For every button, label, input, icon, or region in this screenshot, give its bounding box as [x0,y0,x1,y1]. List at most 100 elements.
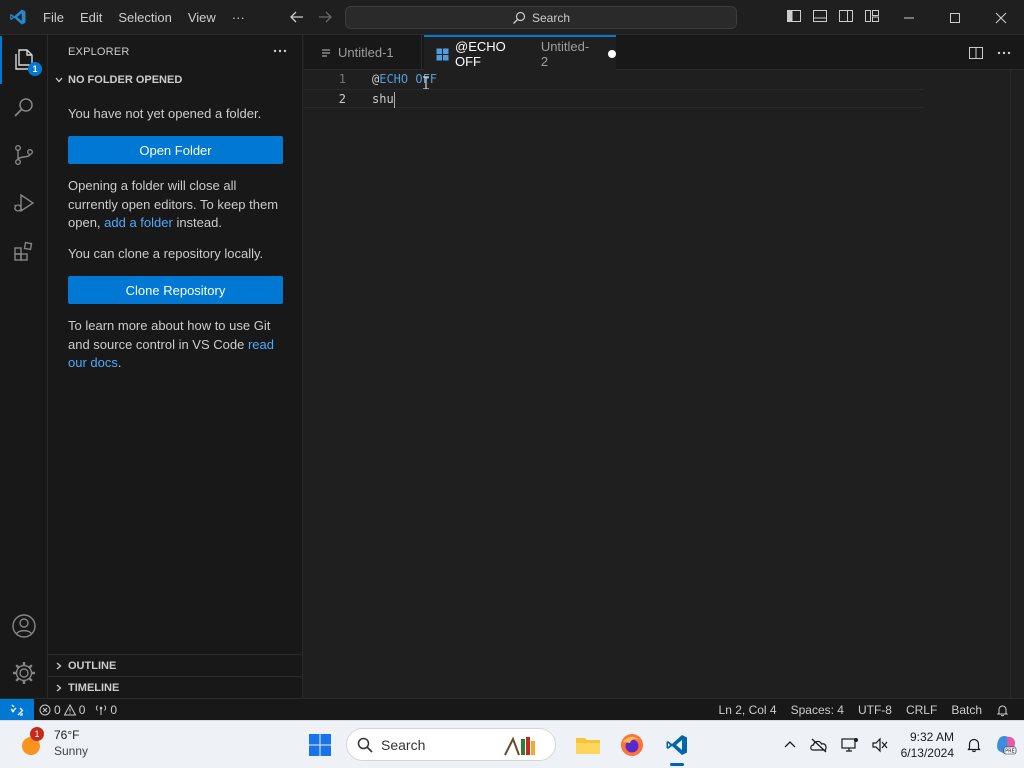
toggle-secondary-sidebar-icon[interactable] [838,8,854,24]
search-icon [512,11,526,25]
weather-condition: Sunny [54,744,89,758]
weather-sun-icon: 1 [16,727,46,758]
menu-bar: File Edit Selection View ··· [35,0,253,35]
ports-indicator[interactable]: 0 [90,699,122,721]
back-arrow-icon[interactable] [288,8,306,26]
command-center-search[interactable]: Search [345,6,737,29]
menu-selection[interactable]: Selection [110,0,179,35]
run-debug-icon[interactable] [0,179,48,227]
section-title: NO FOLDER OPENED [68,74,183,86]
more-actions-icon[interactable] [272,43,288,59]
activity-bar: 1 [0,35,48,698]
language-mode[interactable]: Batch [944,699,989,721]
ports-count: 0 [110,702,118,717]
timeline-label: TIMELINE [68,681,120,694]
vscode-taskbar-icon[interactable] [661,729,693,761]
navigation-arrows [288,8,334,26]
customize-layout-icon[interactable] [864,8,880,24]
caret [393,91,395,108]
outline-label: OUTLINE [68,659,117,672]
learn-prefix: To learn more about how to use Git and s… [68,318,271,352]
onedrive-offline-icon[interactable] [809,737,829,753]
forward-arrow-icon[interactable] [316,8,334,26]
end-of-line[interactable]: CRLF [899,699,944,721]
split-editor-icon[interactable] [968,45,984,61]
source-control-icon[interactable] [0,131,48,179]
indentation[interactable]: Spaces: 4 [784,699,851,721]
text-cursor-icon [422,76,430,90]
clone-message: You can clone a repository locally. [68,246,264,261]
taskbar-search-box[interactable]: Search [346,728,556,761]
explorer-badge: 1 [28,62,42,76]
error-count: 0 [54,702,61,717]
explorer-sidebar: EXPLORER NO FOLDER OPENED You have not y… [48,35,303,698]
weather-text: 76°F Sunny [54,727,88,759]
chevron-right-icon [54,683,64,693]
no-folder-section-header[interactable]: NO FOLDER OPENED [54,74,182,86]
warning-icon [63,703,76,716]
volume-muted-icon[interactable] [871,737,889,753]
temperature: 76°F [54,728,80,742]
menu-edit[interactable]: Edit [72,0,110,35]
encoding[interactable]: UTF-8 [851,699,899,721]
file-explorer-icon[interactable] [572,729,604,761]
manage-gear-icon[interactable] [0,649,48,697]
taskbar-clock[interactable]: 9:32 AM 6/13/2024 [901,729,954,761]
windows-start-icon[interactable] [304,729,336,761]
window-controls [886,0,1024,35]
unsaved-dot-icon[interactable] [608,50,616,58]
system-tray: 9:32 AM 6/13/2024 PRE [783,721,1018,768]
active-app-indicator [670,763,684,766]
tab-untitled-1[interactable]: Untitled-1 [304,35,422,70]
search-highlight-books-icon [501,733,541,757]
copilot-icon[interactable]: PRE [994,733,1018,757]
command-center-label: Search [531,10,571,25]
title-bar: File Edit Selection View ··· Search [0,0,1024,35]
explorer-files-icon[interactable]: 1 [0,36,48,84]
tab-label: Untitled-1 [338,45,394,60]
extensions-icon[interactable] [0,227,48,275]
line-number: 1 [338,72,346,86]
menu-more[interactable]: ··· [224,0,253,35]
network-monitor-icon[interactable] [841,737,859,753]
warning-count: 0 [78,702,86,717]
warning-suffix: instead. [172,215,222,230]
clone-repository-button[interactable]: Clone Repository [68,276,283,304]
cursor-position[interactable]: Ln 2, Col 4 [712,699,784,721]
toggle-primary-sidebar-icon[interactable] [786,8,802,24]
editor-actions [968,45,1012,61]
menu-file[interactable]: File [35,0,72,35]
batch-file-icon [436,48,449,61]
chevron-up-icon[interactable] [783,738,797,752]
minimize-icon[interactable] [886,0,932,35]
toggle-panel-icon[interactable] [812,8,828,24]
menu-view[interactable]: View [180,0,224,35]
notification-bell-icon[interactable] [966,737,982,753]
no-folder-message: You have not yet opened a folder. [68,106,262,121]
windows-taskbar: 1 76°F Sunny Search 9:32 AM 6/13/2024 PR… [0,720,1024,768]
error-icon [39,704,51,716]
code-editor[interactable]: 1 @ECHO OFF 2 shu [304,70,1024,698]
editor-scrollbar[interactable] [1010,70,1024,698]
firefox-icon[interactable] [616,729,648,761]
accounts-icon[interactable] [0,602,48,650]
open-folder-button[interactable]: Open Folder [68,136,283,164]
learn-more-message: To learn more about how to use Git and s… [68,317,286,373]
weather-widget[interactable]: 1 76°F Sunny [16,727,88,759]
maximize-icon[interactable] [932,0,978,35]
tab-untitled-2[interactable]: @ECHO OFF Untitled-2 [424,35,616,71]
typed-text: shu [372,92,394,106]
add-folder-link[interactable]: add a folder [104,215,173,230]
problems-indicator[interactable]: 0 0 [34,699,90,721]
notifications-bell-icon[interactable] [989,699,1016,721]
more-actions-icon[interactable] [996,45,1012,61]
outline-section-header[interactable]: OUTLINE [48,654,303,676]
taskbar-search-label: Search [381,736,426,753]
tab-label: @ECHO OFF [455,39,506,69]
timeline-section-header[interactable]: TIMELINE [48,676,303,698]
remote-indicator-icon[interactable] [0,698,34,721]
editor-tabs: Untitled-1 @ECHO OFF Untitled-2 [304,35,1024,71]
close-icon[interactable] [978,0,1024,35]
svg-text:PRE: PRE [1005,749,1015,755]
search-icon[interactable] [0,83,48,131]
